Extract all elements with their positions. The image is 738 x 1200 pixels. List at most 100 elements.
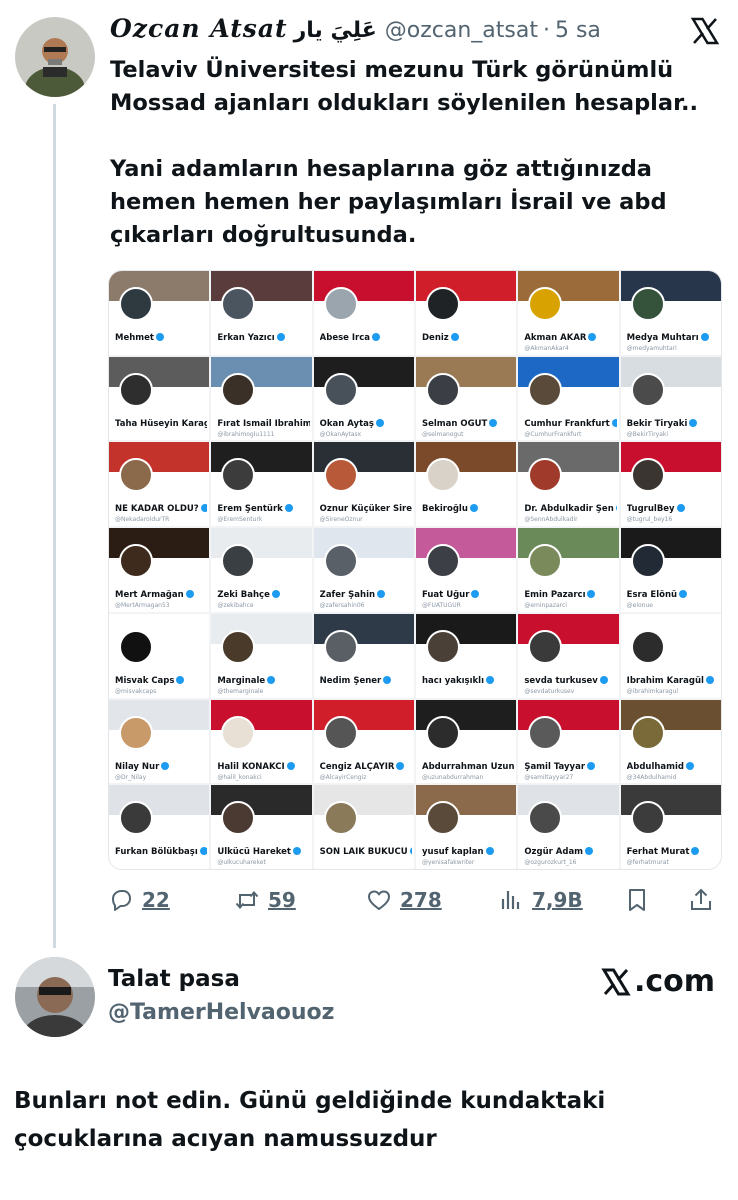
tweet-media-collage[interactable]: Mehmet Erkan Yazıcı Abese İrca Deniz Akman A…: [108, 270, 722, 870]
profile-avatar: [323, 287, 358, 321]
profile-name: Ülkücü Hareket: [217, 847, 309, 857]
verified-badge-icon: [588, 333, 597, 341]
profile-card: Furkan Bölükbaşı: [109, 785, 210, 869]
quoted-author-handle[interactable]: @TamerHelvaouoz: [108, 1000, 334, 1025]
x-logo-icon[interactable]: [690, 16, 720, 46]
profile-name: Misvak Caps: [115, 675, 207, 686]
profile-avatar: [426, 544, 460, 579]
profile-name: Marginale: [217, 675, 309, 686]
profile-handle: @SireneOznur: [319, 516, 363, 524]
profile-handle: @tugrul_bey16: [626, 516, 673, 524]
profile-avatar: [426, 372, 460, 407]
profile-name: Okan Aytaş: [320, 418, 412, 429]
views-button[interactable]: 7,9B: [498, 882, 583, 918]
author-handle[interactable]: @ozcan_atsat: [385, 18, 538, 43]
verified-badge-icon: [155, 333, 164, 341]
profile-handle: @EremSenturk: [217, 516, 263, 524]
profile-avatar: [323, 372, 358, 407]
verified-badge-icon: [585, 847, 594, 856]
profile-card: Mehmet: [109, 271, 210, 355]
profile-card: Nedim Şener: [313, 613, 414, 698]
profile-card: Selman ÖĞÜT @selmanogut: [416, 356, 517, 441]
profile-avatar: [528, 629, 563, 664]
profile-name: Furkan Bölükbaşı: [115, 847, 208, 857]
verified-badge-icon: [450, 333, 459, 341]
profile-avatar: [528, 458, 563, 493]
quoted-author-avatar[interactable]: [15, 957, 95, 1037]
reply-button[interactable]: 22: [108, 882, 170, 918]
like-button[interactable]: 278: [366, 882, 442, 918]
repost-button[interactable]: 59: [234, 882, 296, 918]
like-count: 278: [400, 888, 442, 912]
profile-card: yusuf kaplan @yenisafakwriter: [416, 785, 517, 869]
profile-card: sevda turkusev @sevdaturkusev: [518, 613, 619, 698]
profile-avatar: [528, 715, 563, 750]
author-avatar[interactable]: [15, 17, 95, 97]
profile-card: Ülkücü Hareket @ulkucuhareket: [211, 785, 312, 869]
quoted-author-name[interactable]: Talat pasa: [108, 966, 240, 992]
profile-avatar: [221, 801, 256, 836]
profile-name: Nedim Şener: [320, 675, 412, 686]
verified-badge-icon: [587, 590, 596, 599]
verified-badge-icon: [286, 761, 295, 770]
profile-handle: @OkanAytasx: [319, 430, 362, 438]
share-button[interactable]: [688, 882, 714, 918]
profile-card: Marginale @themarginale: [211, 613, 312, 698]
profile-handle: @yenisafakwriter: [422, 859, 475, 867]
profile-handle: @Dr_Nilay: [115, 773, 147, 781]
profile-avatar: [119, 801, 153, 836]
verified-badge-icon: [691, 847, 700, 856]
profile-name: TugrulBey: [627, 504, 719, 514]
verified-badge-icon: [686, 761, 695, 770]
profile-avatar: [426, 715, 460, 750]
profile-handle: @AkmanAkar4: [524, 345, 569, 352]
profile-name: Dr. Abdulkadir Şen: [524, 504, 617, 514]
profile-card: Zeki Bahçe @zekibahce: [211, 528, 312, 612]
profile-handle: @ulkucuhareket: [217, 859, 266, 867]
profile-card: Öznur Küçüker Sirene @SireneOznur: [313, 442, 414, 527]
profile-avatar: [630, 458, 665, 493]
profile-handle: @sevdaturkusev: [524, 687, 575, 695]
profile-handle: @elonue: [626, 602, 653, 610]
quoted-tweet-text: Bunları not edin. Günü geldiğinde kundak…: [14, 1088, 606, 1152]
tweet-timestamp[interactable]: 5 sa: [555, 18, 601, 43]
verified-badge-icon: [383, 675, 392, 684]
x-brand-icon: [601, 968, 631, 995]
profile-name: Bekiroğlu: [422, 504, 514, 514]
profile-name: Cengiz ALÇAYIR: [320, 761, 412, 772]
profile-card: Nilay Nur @Dr_Nilay: [109, 699, 210, 784]
verified-badge-icon: [267, 675, 276, 684]
profile-name: Zafer Şahin: [320, 590, 412, 600]
profile-name: Akman AKAR: [524, 333, 616, 343]
profile-name: İbrahim Karagül: [627, 675, 719, 686]
profile-card: Emin Pazarcı @eminpazarci: [518, 528, 619, 612]
profile-name: Ferhat Murat: [627, 847, 719, 857]
profile-card: Cengiz ALÇAYIR @AlcayirCengiz: [313, 699, 414, 784]
profile-name: NE KADAR OLDU?: [115, 504, 208, 514]
profile-card: Abdurrahman Uzun @uzunabdurrahman: [416, 699, 517, 784]
profile-card: Akman AKAR @AkmanAkar4: [518, 271, 619, 355]
verified-badge-icon: [271, 590, 280, 599]
profile-avatar: [630, 287, 665, 321]
profile-avatar: [221, 544, 256, 579]
profile-avatar: [221, 629, 256, 664]
verified-badge-icon: [176, 675, 185, 684]
profile-card: NE KADAR OLDU? @NekadaroldurTR: [109, 442, 210, 527]
profile-handle: @selmanogut: [422, 430, 464, 438]
profile-name: Abdulhamid: [627, 761, 719, 772]
author-name[interactable]: Ozcan Atsat: [110, 14, 288, 43]
profile-name: sevda turkusev: [524, 675, 616, 686]
verified-badge-icon: [396, 761, 405, 770]
profile-card: Misvak Caps @misvakcaps: [109, 613, 210, 698]
profile-avatar: [323, 544, 358, 579]
views-count: 7,9B: [532, 888, 583, 912]
bookmark-button[interactable]: [624, 882, 650, 918]
profile-name: Cumhur Frankfurt: [524, 418, 617, 429]
profile-name: Özgür Adam: [524, 847, 616, 857]
profile-name: Medya Muhtarı: [627, 333, 719, 343]
profile-handle: @34Abdulhamid: [626, 773, 677, 781]
thread-connector-line: [53, 104, 56, 948]
profile-handle: @BekirTiryaki: [626, 430, 669, 438]
profile-name: Mehmet: [115, 333, 207, 343]
profile-avatar: [426, 629, 460, 664]
